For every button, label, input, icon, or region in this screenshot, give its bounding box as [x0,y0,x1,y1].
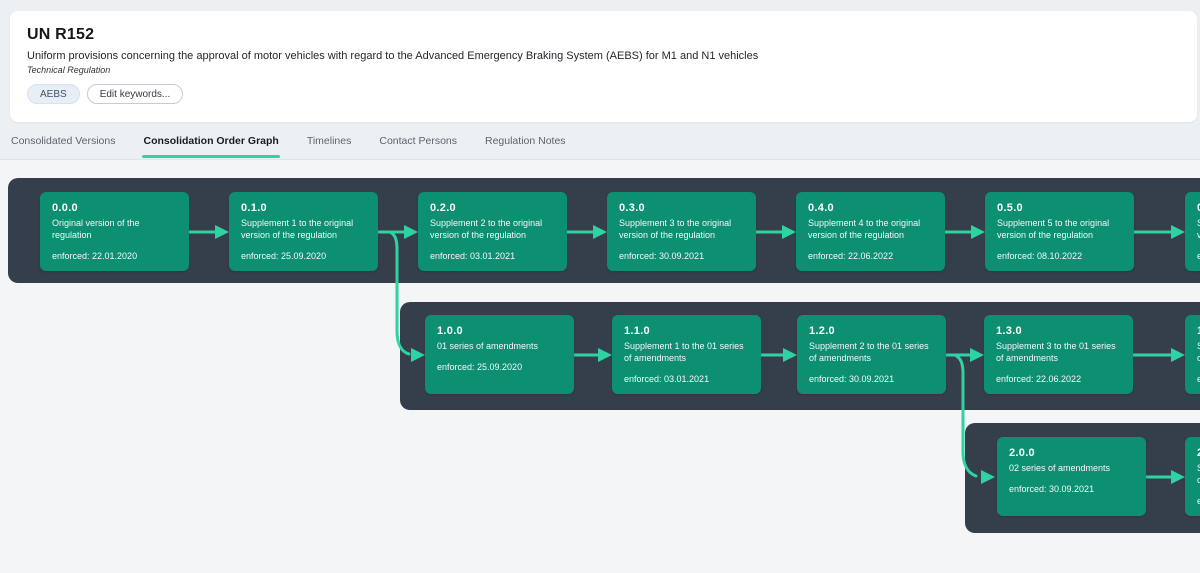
node-version: 1.3.0 [996,325,1121,337]
keyword-pills: AEBS Edit keywords... [27,84,1177,104]
node-version: 2.0.0 [1009,447,1134,459]
node-enforced-date: enforced: 30.09.2021 [809,374,934,384]
page-subtitle: Uniform provisions concerning the approv… [27,50,1177,62]
tab-regulation-notes[interactable]: Regulation Notes [484,129,567,161]
tabs-bar: Consolidated Versions Consolidation Orde… [10,129,567,161]
node-enforced-date: enforced: 25.09.2020 [437,362,562,372]
graph-node-0.6.0[interactable]: 0.6.0Supplement 6 to the original versio… [1185,192,1200,271]
node-version: 0.2.0 [430,202,555,214]
node-version: 0.5.0 [997,202,1122,214]
node-description: Supplement 2 to the 01 series of amendme… [809,340,934,364]
edit-keywords-button[interactable]: Edit keywords... [87,84,184,104]
node-description: Supplement 5 to the original version of … [997,217,1122,241]
node-description: Supplement 4 to the original version of … [808,217,933,241]
node-version: 0.1.0 [241,202,366,214]
node-enforced-date: enforced: 25.09.2020 [241,251,366,261]
tab-consolidation-order-graph[interactable]: Consolidation Order Graph [142,129,279,161]
node-description: Supplement 2 to the original version of … [430,217,555,241]
node-description: Supplement 1 to the 01 series of amendme… [624,340,749,364]
graph-node-0.1.0[interactable]: 0.1.0 Supplement 1 to the original versio… [229,192,378,271]
graph-node-0.4.0[interactable]: 0.4.0 Supplement 4 to the original versio… [796,192,945,271]
graph-node-1.1.0[interactable]: 1.1.0 Supplement 1 to the 01 series of am… [612,315,761,394]
node-version: 0.3.0 [619,202,744,214]
node-description: Supplement 3 to the original version of … [619,217,744,241]
tab-timelines[interactable]: Timelines [306,129,353,161]
graph-node-1.0.0[interactable]: 1.0.0 01 series of amendments enforced: 25… [425,315,574,394]
node-version: 0.0.0 [52,202,177,214]
page-title: UN R152 [27,26,1177,44]
graph-node-2.1.0[interactable]: 2.1.0Supplement 1 to the 02 series of am… [1185,437,1200,516]
consolidation-order-graph: 0.0.0 Original version of the regulation e… [0,160,1200,573]
node-enforced-date: enforced: 30.09.2021 [619,251,744,261]
node-version: 1.1.0 [624,325,749,337]
graph-node-0.5.0[interactable]: 0.5.0 Supplement 5 to the original versio… [985,192,1134,271]
graph-node-0.2.0[interactable]: 0.2.0 Supplement 2 to the original versio… [418,192,567,271]
node-version: 0.4.0 [808,202,933,214]
node-enforced-date: enforced: 03.01.2021 [430,251,555,261]
node-version: 1.0.0 [437,325,562,337]
node-description: 01 series of amendments [437,340,562,352]
keyword-tag-aebs[interactable]: AEBS [27,84,80,104]
node-description: Supplement 1 to the original version of … [241,217,366,241]
node-description: Supplement 3 to the 01 series of amendme… [996,340,1121,364]
node-enforced-date: enforced: 08.10.2022 [997,251,1122,261]
node-version: 1.2.0 [809,325,934,337]
node-enforced-date: enforced: 22.01.2020 [52,251,177,261]
regulation-type-label: Technical Regulation [27,65,1177,75]
header-card: UN R152 Uniform provisions concerning th… [10,11,1197,122]
tab-consolidated-versions[interactable]: Consolidated Versions [10,129,116,161]
node-enforced-date: enforced: 03.01.2021 [624,374,749,384]
node-description: Original version of the regulation [52,217,177,241]
graph-node-1.3.0[interactable]: 1.3.0 Supplement 3 to the 01 series of am… [984,315,1133,394]
graph-node-1.4.0[interactable]: 1.4.0Supplement 4 to the 01 series of am… [1185,315,1200,394]
graph-node-0.0.0[interactable]: 0.0.0 Original version of the regulation e… [40,192,189,271]
node-enforced-date: enforced: 22.06.2022 [808,251,933,261]
node-description: 02 series of amendments [1009,462,1134,474]
graph-node-0.3.0[interactable]: 0.3.0 Supplement 3 to the original versio… [607,192,756,271]
tab-contact-persons[interactable]: Contact Persons [378,129,458,161]
graph-node-1.2.0[interactable]: 1.2.0 Supplement 2 to the 01 series of am… [797,315,946,394]
node-enforced-date: enforced: 30.09.2021 [1009,484,1134,494]
node-enforced-date: enforced: 22.06.2022 [996,374,1121,384]
graph-node-2.0.0[interactable]: 2.0.0 02 series of amendments enforced: 30… [997,437,1146,516]
